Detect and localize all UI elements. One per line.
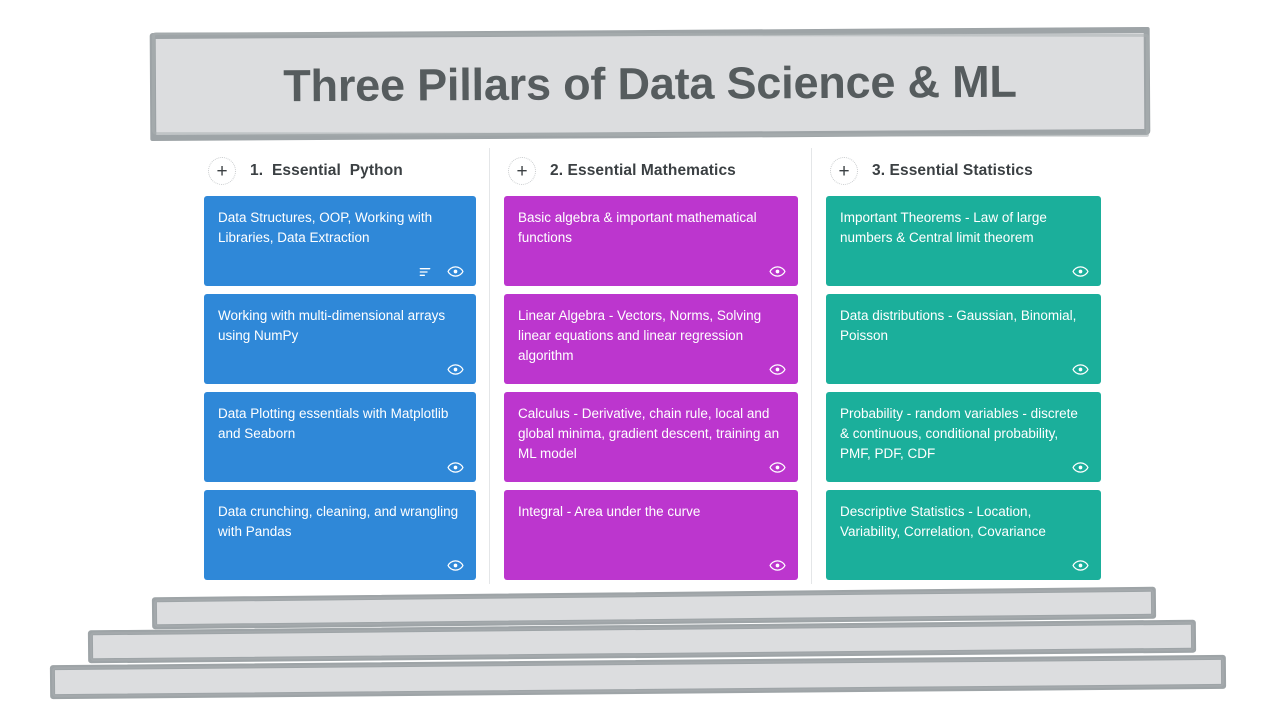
eye-icon[interactable]	[769, 361, 786, 378]
eye-icon[interactable]	[1072, 263, 1089, 280]
card-text: Important Theorems - Law of large number…	[840, 210, 1047, 245]
card-text: Data crunching, cleaning, and wrangling …	[218, 504, 459, 539]
column-title-3: 3. Essential Statistics	[872, 162, 1033, 179]
card[interactable]: Working with multi-dimensional arrays us…	[204, 294, 476, 384]
card[interactable]: Descriptive Statistics - Location, Varia…	[826, 490, 1101, 580]
card[interactable]: Integral - Area under the curve	[504, 490, 798, 580]
eye-icon[interactable]	[769, 459, 786, 476]
card[interactable]: Linear Algebra - Vectors, Norms, Solving…	[504, 294, 798, 384]
pillars-board: +1. Essential Python Data Structures, OOP…	[190, 146, 1115, 586]
plus-icon[interactable]: +	[208, 157, 236, 185]
column-header-3: +3. Essential Statistics	[826, 146, 1101, 196]
card[interactable]: Data distributions - Gaussian, Binomial,…	[826, 294, 1101, 384]
card-text: Probability - random variables - discret…	[840, 406, 1078, 461]
card[interactable]: Important Theorems - Law of large number…	[826, 196, 1101, 286]
card-text: Descriptive Statistics - Location, Varia…	[840, 504, 1046, 539]
eye-icon[interactable]	[447, 361, 464, 378]
eye-icon[interactable]	[769, 263, 786, 280]
card-text: Linear Algebra - Vectors, Norms, Solving…	[518, 308, 762, 363]
page-title: Three Pillars of Data Science & ML	[283, 55, 1017, 112]
eye-icon[interactable]	[1072, 557, 1089, 574]
column-header-1: +1. Essential Python	[204, 146, 476, 196]
card-actions	[447, 557, 464, 574]
card[interactable]: Basic algebra & important mathematical f…	[504, 196, 798, 286]
column-header-2: +2. Essential Mathematics	[504, 146, 798, 196]
eye-icon[interactable]	[1072, 361, 1089, 378]
card[interactable]: Data Structures, OOP, Working with Libra…	[204, 196, 476, 286]
card-actions	[417, 263, 464, 280]
card-actions	[769, 361, 786, 378]
board-column-3: +3. Essential Statistics Important Theore…	[812, 146, 1115, 588]
card-actions	[447, 459, 464, 476]
board-column-2: +2. Essential Mathematics Basic algebra &…	[490, 146, 812, 588]
eye-icon[interactable]	[447, 263, 464, 280]
card[interactable]: Calculus - Derivative, chain rule, local…	[504, 392, 798, 482]
description-lines-icon[interactable]	[417, 264, 433, 280]
card-actions	[447, 361, 464, 378]
card-actions	[1072, 361, 1089, 378]
eye-icon[interactable]	[447, 557, 464, 574]
board-column-1: +1. Essential Python Data Structures, OOP…	[190, 146, 490, 588]
eye-icon[interactable]	[447, 459, 464, 476]
card-text: Data distributions - Gaussian, Binomial,…	[840, 308, 1077, 343]
card[interactable]: Probability - random variables - discret…	[826, 392, 1101, 482]
plus-icon[interactable]: +	[508, 157, 536, 185]
card-text: Working with multi-dimensional arrays us…	[218, 308, 446, 343]
card[interactable]: Data Plotting essentials with Matplotlib…	[204, 392, 476, 482]
title-banner: Three Pillars of Data Science & ML	[149, 26, 1151, 142]
card-text: Calculus - Derivative, chain rule, local…	[518, 406, 780, 461]
card-actions	[1072, 263, 1089, 280]
card-actions	[1072, 459, 1089, 476]
card-actions	[769, 459, 786, 476]
eye-icon[interactable]	[1072, 459, 1089, 476]
card-actions	[1072, 557, 1089, 574]
plus-icon[interactable]: +	[830, 157, 858, 185]
slide-canvas: Three Pillars of Data Science & ML +1. E…	[0, 0, 1280, 720]
card-text: Data Plotting essentials with Matplotlib…	[218, 406, 449, 441]
card-actions	[769, 263, 786, 280]
card[interactable]: Data crunching, cleaning, and wrangling …	[204, 490, 476, 580]
card-actions	[769, 557, 786, 574]
column-title-2: 2. Essential Mathematics	[550, 162, 736, 179]
column-title-1: 1. Essential Python	[250, 162, 403, 179]
card-text: Basic algebra & important mathematical f…	[518, 210, 757, 245]
eye-icon[interactable]	[769, 557, 786, 574]
card-text: Integral - Area under the curve	[518, 504, 701, 519]
card-text: Data Structures, OOP, Working with Libra…	[218, 210, 433, 245]
